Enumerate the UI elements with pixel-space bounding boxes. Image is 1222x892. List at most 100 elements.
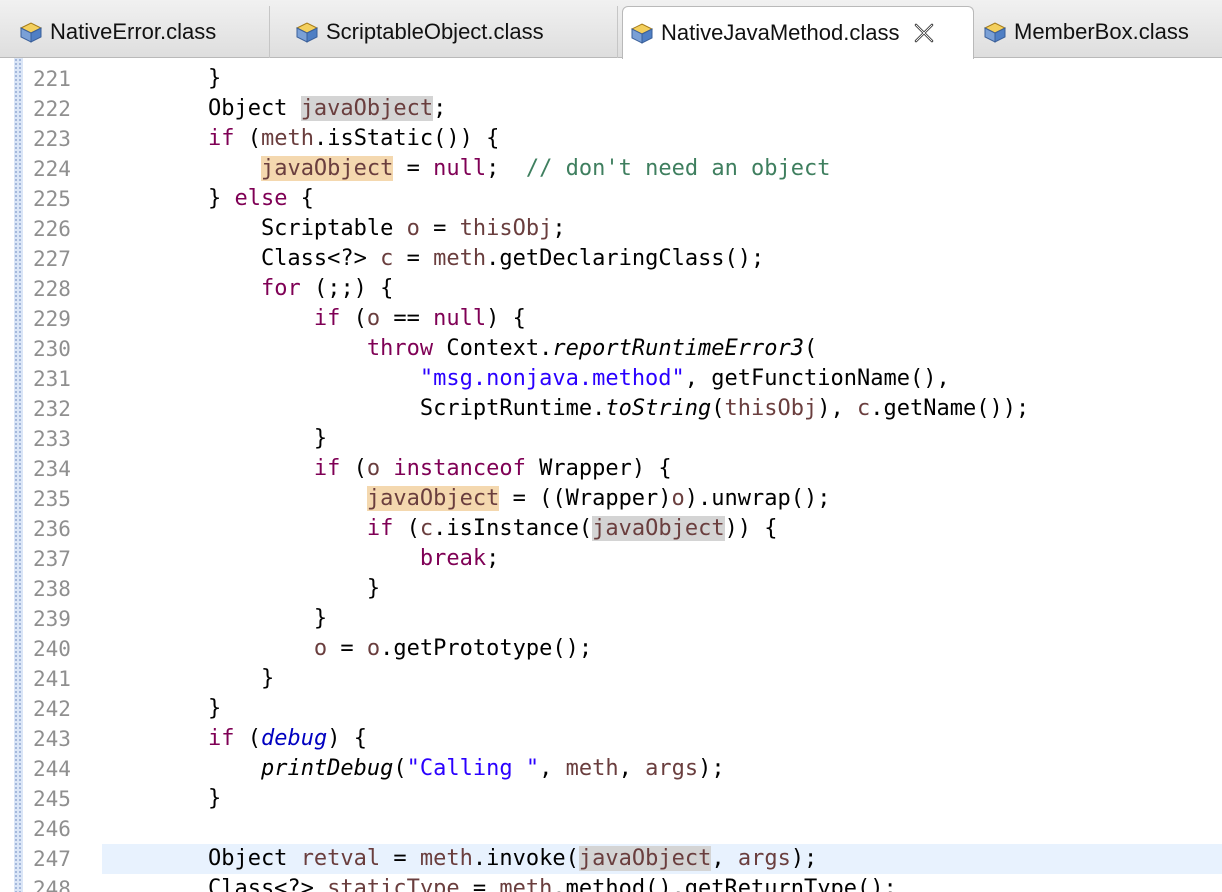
code-text[interactable]: for (;;) { xyxy=(102,274,393,304)
code-token: Scriptable xyxy=(102,216,407,241)
code-token: , getFunctionName(), xyxy=(684,366,950,391)
line-number: 240 xyxy=(33,637,71,661)
code-token: "Calling " xyxy=(406,756,540,781)
line-number: 222 xyxy=(33,97,71,121)
code-token: null xyxy=(433,156,487,181)
editor-tab-bar: NativeError.class ScriptableObject.class… xyxy=(0,0,1222,59)
code-line[interactable]: 233 } xyxy=(0,424,1222,454)
code-line[interactable]: 247 Object retval = meth.invoke(javaObje… xyxy=(0,844,1222,874)
code-line[interactable]: 229 if (o == null) { xyxy=(0,304,1222,334)
code-token: .getPrototype(); xyxy=(380,636,593,661)
code-token: ( xyxy=(340,456,367,481)
code-text[interactable]: throw Context.reportRuntimeError3( xyxy=(102,334,817,364)
code-text[interactable]: break; xyxy=(102,544,499,574)
code-text[interactable]: javaObject = null; // don't need an obje… xyxy=(102,154,831,184)
code-line[interactable]: 237 break; xyxy=(0,544,1222,574)
code-token: == xyxy=(380,306,434,331)
line-number: 229 xyxy=(33,307,71,331)
code-line[interactable]: 244 printDebug("Calling ", meth, args); xyxy=(0,754,1222,784)
code-line[interactable]: 238 } xyxy=(0,574,1222,604)
code-token: } xyxy=(102,426,328,451)
code-line[interactable]: 239 } xyxy=(0,604,1222,634)
line-number: 227 xyxy=(33,247,71,271)
code-line[interactable]: 225 } else { xyxy=(0,184,1222,214)
code-text[interactable]: Scriptable o = thisObj; xyxy=(102,214,566,244)
code-token: } xyxy=(102,786,222,811)
tab-nativeerror-class[interactable]: NativeError.class xyxy=(0,6,270,58)
code-text[interactable]: printDebug("Calling ", meth, args); xyxy=(102,754,725,784)
code-line[interactable]: 224 javaObject = null; // don't need an … xyxy=(0,154,1222,184)
code-line[interactable]: 246 xyxy=(0,814,1222,844)
code-text[interactable]: Object javaObject; xyxy=(102,94,446,124)
line-number: 228 xyxy=(33,277,71,301)
code-line[interactable]: 232 ScriptRuntime.toString(thisObj), c.g… xyxy=(0,394,1222,424)
tab-label: MemberBox.class xyxy=(1014,19,1189,44)
code-token: ( xyxy=(234,126,261,151)
code-line[interactable]: 221 } xyxy=(0,64,1222,94)
code-text[interactable]: javaObject = ((Wrapper)o).unwrap(); xyxy=(102,484,831,514)
code-line[interactable]: 245 } xyxy=(0,784,1222,814)
code-line[interactable]: 228 for (;;) { xyxy=(0,274,1222,304)
code-line[interactable]: 222 Object javaObject; xyxy=(0,94,1222,124)
code-text[interactable]: if (o == null) { xyxy=(102,304,526,334)
code-text[interactable]: } else { xyxy=(102,184,314,214)
code-token: o xyxy=(366,456,381,481)
code-token: "msg.nonjava.method" xyxy=(419,366,685,391)
code-line[interactable]: 248 Class<?> staticType = meth.method().… xyxy=(0,874,1222,892)
code-line[interactable]: 231 "msg.nonjava.method", getFunctionNam… xyxy=(0,364,1222,394)
code-token: = xyxy=(419,216,460,241)
code-text[interactable]: if (meth.isStatic()) { xyxy=(102,124,499,154)
code-text[interactable]: } xyxy=(102,424,327,454)
code-text[interactable]: "msg.nonjava.method", getFunctionName(), xyxy=(102,364,950,394)
code-token: (;;) { xyxy=(300,276,394,301)
line-number: 245 xyxy=(33,787,71,811)
code-editor[interactable]: 221 } 222 Object javaObject; 223 if (meth.… xyxy=(0,58,1222,892)
close-icon[interactable] xyxy=(913,22,935,44)
code-text[interactable]: Class<?> staticType = meth.method().getR… xyxy=(102,874,897,892)
code-token: o xyxy=(671,486,685,511)
code-line[interactable]: 241 } xyxy=(0,664,1222,694)
code-text[interactable]: Class<?> c = meth.getDeclaringClass(); xyxy=(102,244,764,274)
code-token: ( xyxy=(393,756,407,781)
code-text[interactable]: if (o instanceof Wrapper) { xyxy=(102,454,672,484)
code-token: o xyxy=(406,216,420,241)
line-number: 246 xyxy=(33,817,71,841)
code-line[interactable]: 236 if (c.isInstance(javaObject)) { xyxy=(0,514,1222,544)
code-text[interactable]: } xyxy=(102,64,221,94)
code-line[interactable]: 230 throw Context.reportRuntimeError3( xyxy=(0,334,1222,364)
code-line[interactable]: 234 if (o instanceof Wrapper) { xyxy=(0,454,1222,484)
code-line[interactable]: 226 Scriptable o = thisObj; xyxy=(0,214,1222,244)
code-line[interactable]: 240 o = o.getPrototype(); xyxy=(0,634,1222,664)
code-token: .getDeclaringClass(); xyxy=(486,246,765,271)
code-line[interactable]: 227 Class<?> c = meth.getDeclaringClass(… xyxy=(0,244,1222,274)
code-text[interactable]: o = o.getPrototype(); xyxy=(102,634,592,664)
code-token: meth xyxy=(565,756,619,781)
code-text[interactable]: Object retval = meth.invoke(javaObject, … xyxy=(102,844,817,874)
code-token: args xyxy=(737,846,791,871)
code-text[interactable]: } xyxy=(102,604,327,634)
code-text[interactable]: if (c.isInstance(javaObject)) { xyxy=(102,514,778,544)
line-number: 232 xyxy=(33,397,71,421)
code-token: meth xyxy=(499,876,553,892)
tab-nativejavamethod-class[interactable]: NativeJavaMethod.class xyxy=(622,6,974,59)
code-line[interactable]: 223 if (meth.isStatic()) { xyxy=(0,124,1222,154)
code-text[interactable]: } xyxy=(102,664,274,694)
code-text[interactable]: if (debug) { xyxy=(102,724,367,754)
code-text[interactable]: } xyxy=(102,574,380,604)
code-token: javaObject xyxy=(592,516,725,541)
code-line[interactable]: 243 if (debug) { xyxy=(0,724,1222,754)
tab-label: NativeJavaMethod.class xyxy=(661,20,900,45)
code-text[interactable]: } xyxy=(102,784,221,814)
code-token: javaObject xyxy=(260,156,394,181)
code-token: ); xyxy=(698,756,725,781)
code-line[interactable]: 242 } xyxy=(0,694,1222,724)
code-token: ( xyxy=(804,336,818,361)
code-text[interactable]: ScriptRuntime.toString(thisObj), c.getNa… xyxy=(102,394,1029,424)
code-text[interactable]: } xyxy=(102,694,221,724)
tab-memberbox-class[interactable]: MemberBox.class xyxy=(976,6,1222,58)
tab-scriptableobject-class[interactable]: ScriptableObject.class xyxy=(276,6,618,58)
line-number: 221 xyxy=(33,67,71,91)
code-line[interactable]: 235 javaObject = ((Wrapper)o).unwrap(); xyxy=(0,484,1222,514)
